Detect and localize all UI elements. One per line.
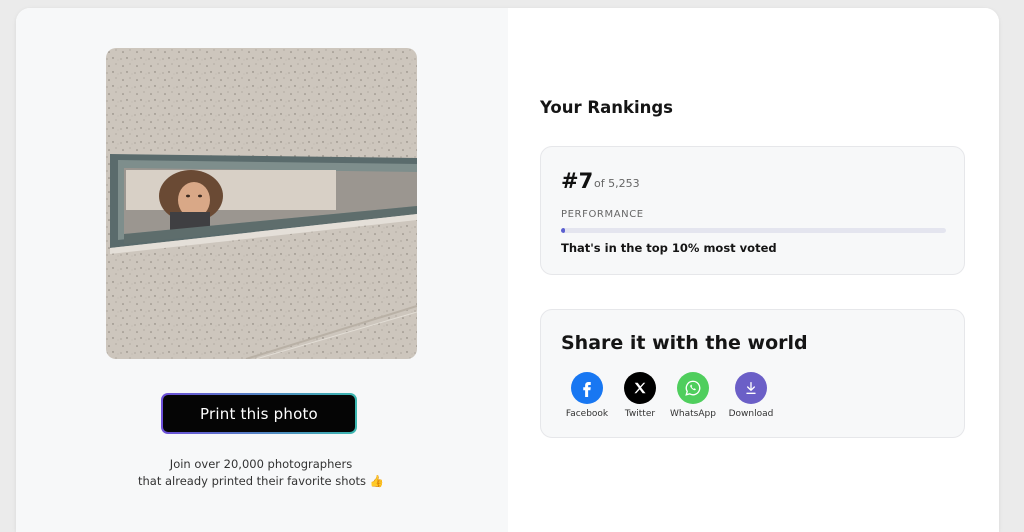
rank-total: of 5,253 (594, 177, 640, 190)
facebook-icon (571, 372, 603, 404)
share-whatsapp-button[interactable]: WhatsApp (663, 372, 723, 419)
rank-number: #7 (561, 169, 594, 193)
share-twitter-label: Twitter (624, 409, 656, 419)
share-facebook-label: Facebook (565, 409, 609, 419)
share-whatsapp-label: WhatsApp (670, 409, 716, 419)
performance-bar-fill (561, 228, 565, 233)
x-icon (624, 372, 656, 404)
join-line-1: Join over 20,000 photographers (169, 457, 353, 471)
print-photo-button[interactable]: Print this photo (161, 393, 357, 434)
rankings-heading: Your Rankings (540, 98, 673, 117)
share-download-button[interactable]: Download (721, 372, 781, 419)
share-card: Share it with the world Facebook Twitter (540, 309, 965, 438)
main-card: Print this photo Join over 20,000 photog… (16, 8, 999, 532)
ranking-card: #7 of 5,253 PERFORMANCE That's in the to… (540, 146, 965, 275)
photo-image[interactable] (106, 48, 417, 359)
share-facebook-button[interactable]: Facebook (557, 372, 617, 419)
join-message: Join over 20,000 photographers that alre… (76, 456, 446, 490)
download-icon (735, 372, 767, 404)
share-twitter-button[interactable]: Twitter (610, 372, 670, 419)
performance-label: PERFORMANCE (561, 209, 644, 220)
ranking-summary: That's in the top 10% most voted (561, 241, 777, 255)
rankings-panel: Your Rankings #7 of 5,253 PERFORMANCE Th… (508, 8, 999, 532)
whatsapp-icon (677, 372, 709, 404)
performance-bar (561, 228, 946, 233)
join-line-2: that already printed their favorite shot… (137, 474, 384, 488)
share-title: Share it with the world (561, 332, 808, 354)
photo-panel: Print this photo Join over 20,000 photog… (16, 8, 508, 532)
share-download-label: Download (728, 409, 774, 419)
